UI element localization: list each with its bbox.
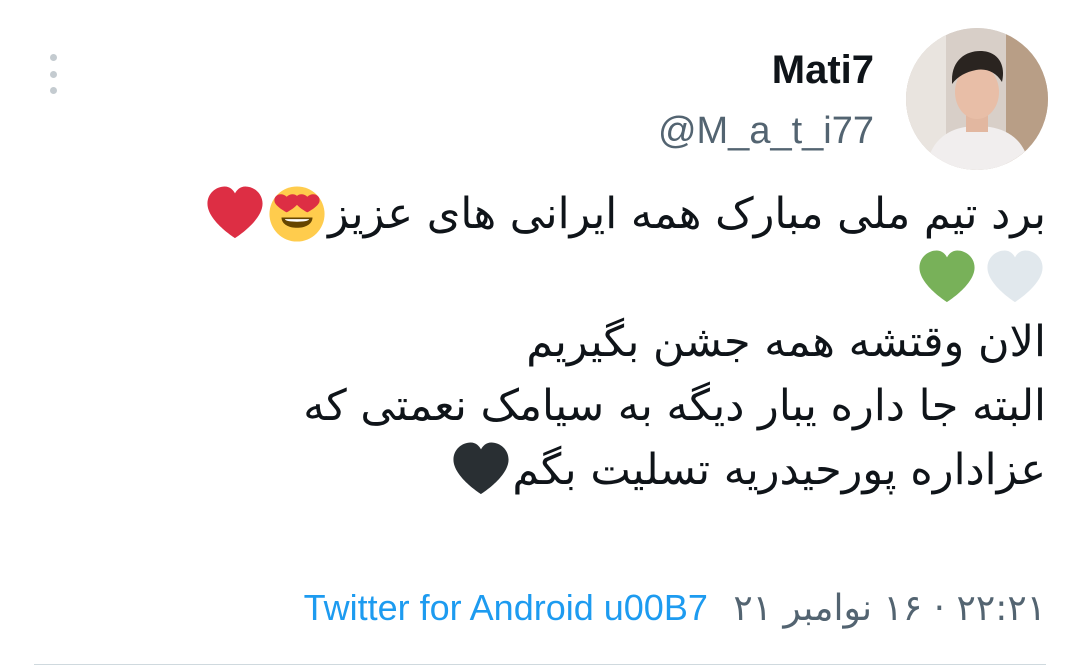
white-heart-emoji-icon xyxy=(984,247,1046,309)
tweet-line: البته جا داره یبار دیگه به سیامک نعمتی ک… xyxy=(36,374,1046,438)
tweet-source-link[interactable]: Twitter for Android u00B7 xyxy=(304,587,708,628)
tweet-card: Mati7 @M_a_t_i77 برد تیم ملی مبارک همه ا… xyxy=(0,0,1080,671)
more-options-icon[interactable] xyxy=(40,54,66,94)
tweet-text: برد تیم ملی مبارک همه ایرانی های عزیز ال… xyxy=(36,182,1046,502)
avatar-photo xyxy=(906,28,1048,170)
tweet-line-text: البته جا داره یبار دیگه به سیامک نعمتی ک… xyxy=(303,381,1046,431)
more-dot xyxy=(49,70,57,78)
display-name[interactable]: Mati7 xyxy=(772,46,874,94)
tweet-line-text: الان وقتشه همه جشن بگیریم xyxy=(526,317,1046,367)
user-handle[interactable]: @M_a_t_i77 xyxy=(658,108,874,154)
more-dot xyxy=(49,54,57,61)
tweet-line-text: برد تیم ملی مبارک همه ایرانی های عزیز xyxy=(327,189,1046,239)
tweet-line: عزاداره پورحیدریه تسلیت بگم xyxy=(36,438,1046,502)
avatar[interactable] xyxy=(906,28,1048,170)
red-heart-emoji-icon xyxy=(204,183,266,245)
green-heart-emoji-icon xyxy=(916,247,978,309)
more-dot xyxy=(49,87,57,94)
tweet-timestamp[interactable]: ۲۲:۲۱ · ۱۶ نوامبر ۲۱ xyxy=(733,588,1046,629)
tweet-line: الان وقتشه همه جشن بگیریم xyxy=(36,310,1046,374)
tweet-meta: ۲۲:۲۱ · ۱۶ نوامبر ۲۱ Twitter for Android… xyxy=(304,585,1046,632)
tweet-line xyxy=(36,246,1046,310)
tweet-line: برد تیم ملی مبارک همه ایرانی های عزیز xyxy=(36,182,1046,246)
divider xyxy=(34,664,1046,665)
black-heart-emoji-icon xyxy=(450,439,512,501)
heart-eyes-emoji-icon xyxy=(266,183,328,245)
tweet-line-text: عزاداره پورحیدریه تسلیت بگم xyxy=(512,445,1046,495)
